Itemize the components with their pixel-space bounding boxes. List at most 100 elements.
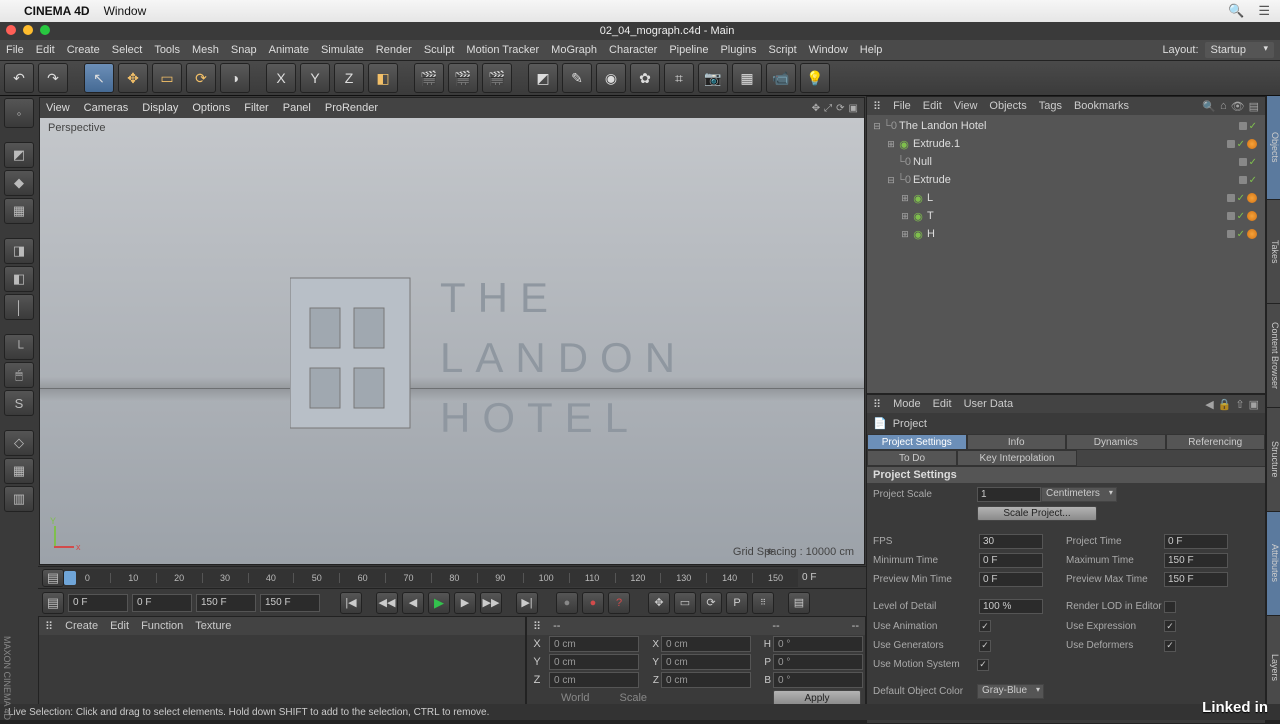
size-z-field[interactable]: 0 cm [661,672,751,688]
undo-button[interactable]: ↶ [4,63,34,93]
use-expression-check[interactable] [1164,620,1176,632]
menu-help[interactable]: Help [860,44,883,56]
object-row[interactable]: ⊞◉L✓ [867,189,1265,207]
size-x-field[interactable]: 0 cm [661,636,751,652]
points-mode-button[interactable]: ◨ [4,238,34,264]
rot-track-button[interactable]: ⟳ [700,592,722,614]
attr-back-icon[interactable]: ◀ [1205,398,1213,411]
menu-plugins[interactable]: Plugins [720,44,756,56]
object-row[interactable]: ⊟└0Extrude✓ [867,171,1265,189]
tweak-mode-button[interactable]: 🖱 [4,362,34,388]
vp-menu-panel[interactable]: Panel [283,102,311,114]
pos-z-field[interactable]: 0 cm [549,672,639,688]
attr-lock-icon[interactable]: 🔒 [1218,398,1232,411]
preview-start-field[interactable]: 0 F [132,594,192,612]
layer-dot-icon[interactable] [1227,140,1235,148]
menu-render[interactable]: Render [376,44,412,56]
snap-button[interactable]: S [4,390,34,416]
axis-z-button[interactable]: Z [334,63,364,93]
render-pv-button[interactable]: 🎬 [448,63,478,93]
visibility-check-icon[interactable]: ✓ [1249,157,1257,168]
vp-menu-view[interactable]: View [46,102,70,114]
add-deformer-button[interactable]: ⌗ [664,63,694,93]
expand-icon[interactable]: ⊟ [885,175,897,186]
polys-mode-button[interactable]: │ [4,294,34,320]
obj-search-icon[interactable]: 🔍 [1202,100,1216,113]
visibility-check-icon[interactable]: ✓ [1237,139,1245,150]
menu-create[interactable]: Create [67,44,100,56]
menu-pipeline[interactable]: Pipeline [669,44,708,56]
obj-menu-objects[interactable]: Objects [989,100,1026,112]
mat-menu-texture[interactable]: Texture [195,620,231,632]
layer-dot-icon[interactable] [1227,212,1235,220]
add-array-button[interactable]: ✿ [630,63,660,93]
tab-key-interp[interactable]: Key Interpolation [957,450,1077,466]
min-time-field[interactable]: 0 F [979,553,1043,568]
render-view-button[interactable]: 🎬 [414,63,444,93]
max-time-field[interactable]: 150 F [1164,553,1228,568]
project-time-field[interactable]: 0 F [1164,534,1228,549]
tag-icon[interactable] [1247,193,1257,203]
play-button[interactable]: ▶ [428,592,450,614]
render-lod-check[interactable] [1164,601,1176,613]
tag-icon[interactable] [1247,139,1257,149]
visibility-check-icon[interactable]: ✓ [1237,193,1245,204]
tab-referencing[interactable]: Referencing [1166,434,1266,450]
use-deformers-check[interactable] [1164,640,1176,652]
pos-track-button[interactable]: ✥ [648,592,670,614]
timeline-ruler[interactable]: ▤ 0102030405060708090100110120130140150 … [38,566,866,588]
obj-home-icon[interactable]: ⌂ [1220,100,1227,113]
obj-menu-file[interactable]: File [893,100,911,112]
autokey-button[interactable]: ● [582,592,604,614]
timeline-window-button[interactable]: ▤ [788,592,810,614]
render-settings-button[interactable]: 🎬 [482,63,512,93]
dock-tab-attributes[interactable]: Attributes [1267,512,1280,616]
search-icon[interactable]: 🔍 [1228,3,1244,19]
dock-tab-objects[interactable]: Objects [1267,96,1280,200]
expand-icon[interactable]: ⊞ [899,193,911,204]
object-row[interactable]: └0Null✓ [867,153,1265,171]
preview-min-field[interactable]: 0 F [979,572,1043,587]
fps-field[interactable]: 30 [979,534,1043,549]
menu-mesh[interactable]: Mesh [192,44,219,56]
expand-icon[interactable]: ⊞ [899,229,911,240]
attr-menu-userdata[interactable]: User Data [964,398,1014,410]
pla-track-button[interactable]: ⠿ [752,592,774,614]
obj-filter-icon[interactable]: ▤ [1249,100,1259,113]
vp-menu-display[interactable]: Display [142,102,178,114]
coord-system-button[interactable]: ◧ [368,63,398,93]
axis-y-button[interactable]: Y [300,63,330,93]
list-icon[interactable]: ☰ [1258,3,1270,19]
frame-end-field[interactable]: 150 F [260,594,320,612]
vp-menu-filter[interactable]: Filter [244,102,268,114]
object-name[interactable]: L [925,192,933,204]
param-track-button[interactable]: P [726,592,748,614]
menu-file[interactable]: File [6,44,24,56]
object-name[interactable]: H [925,228,935,240]
rot-h-field[interactable]: 0 ° [773,636,863,652]
dock-tab-structure[interactable]: Structure [1267,408,1280,512]
menu-snap[interactable]: Snap [231,44,257,56]
attr-menu-edit[interactable]: Edit [933,398,952,410]
project-scale-unit[interactable]: Centimeters [1041,487,1117,502]
mat-menu-create[interactable]: Create [65,620,98,632]
axis-x-button[interactable]: X [266,63,296,93]
menu-motiontracker[interactable]: Motion Tracker [466,44,539,56]
expand-icon[interactable]: ⊞ [885,139,897,150]
tab-todo[interactable]: To Do [867,450,957,466]
dock-tab-content-browser[interactable]: Content Browser [1267,304,1280,408]
model-mode-button[interactable]: ◩ [4,142,34,168]
visibility-check-icon[interactable]: ✓ [1237,211,1245,222]
make-editable-button[interactable]: ◦ [4,98,34,128]
frame-start-field[interactable]: 0 F [68,594,128,612]
vp-rotate-icon[interactable]: ⟳ [836,103,844,114]
next-key-button[interactable]: ▶▶ [480,592,502,614]
add-spline-button[interactable]: ✎ [562,63,592,93]
size-y-field[interactable]: 0 cm [661,654,751,670]
rot-b-field[interactable]: 0 ° [773,672,863,688]
add-environment-button[interactable]: 📷 [698,63,728,93]
prev-key-button[interactable]: ◀◀ [376,592,398,614]
menu-simulate[interactable]: Simulate [321,44,364,56]
object-name[interactable]: Extrude [911,174,951,186]
go-end-button[interactable]: ▶| [516,592,538,614]
